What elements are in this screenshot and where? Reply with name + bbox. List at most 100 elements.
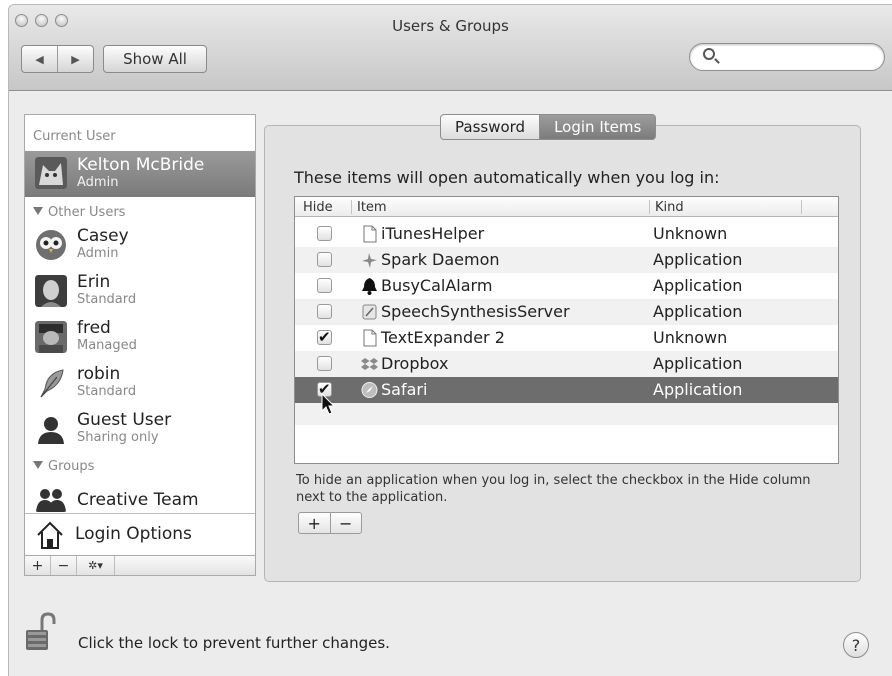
search-icon	[703, 48, 715, 60]
person-silhouette-icon	[38, 417, 64, 444]
user-name: Casey	[77, 226, 129, 246]
tab-password[interactable]: Password	[440, 114, 541, 140]
other-users-header[interactable]: Other Users	[33, 205, 125, 220]
table-row[interactable]: Spark Daemon Application	[295, 247, 838, 273]
table-row[interactable]: Dropbox Application	[295, 351, 838, 377]
disclosure-triangle-icon	[33, 207, 43, 215]
tab-bar: Password Login Items	[440, 114, 657, 140]
current-user-header: Current User	[33, 129, 116, 144]
app-icon	[362, 304, 377, 320]
hide-checkbox[interactable]	[317, 252, 332, 267]
user-name: Erin	[77, 272, 111, 292]
item-kind: Unknown	[653, 224, 728, 243]
user-role: Admin	[77, 246, 119, 261]
window-title: Users & Groups	[392, 17, 509, 35]
empty-row	[295, 403, 838, 425]
user-name: robin	[77, 364, 121, 384]
hide-checkbox[interactable]	[317, 226, 332, 241]
login-options-label: Login Options	[75, 524, 192, 544]
tab-login-items[interactable]: Login Items	[540, 114, 657, 140]
house-icon	[37, 521, 63, 549]
item-name: Safari	[381, 380, 428, 399]
user-row[interactable]: fred Managed	[25, 315, 255, 361]
help-button[interactable]: ?	[843, 632, 869, 658]
user-row[interactable]: robin Standard	[25, 361, 255, 407]
action-menu-button[interactable]: ✲▾	[77, 556, 115, 575]
item-kind: Application	[653, 354, 743, 373]
login-options-item[interactable]: Login Options	[25, 513, 255, 555]
cat-avatar-icon	[35, 157, 67, 189]
safari-icon	[361, 382, 378, 398]
item-kind: Application	[653, 276, 743, 295]
add-remove-control: + −	[298, 512, 362, 534]
back-forward-buttons: ◀ ▶	[21, 45, 94, 73]
remove-login-item-button[interactable]: −	[331, 513, 362, 533]
item-name: Spark Daemon	[381, 250, 500, 269]
dropbox-icon	[361, 358, 378, 370]
table-row[interactable]: SpeechSynthesisServer Application	[295, 299, 838, 325]
item-kind: Application	[653, 250, 743, 269]
group-row[interactable]: Creative Team	[25, 481, 255, 513]
owl-avatar-icon	[36, 230, 66, 260]
forward-button[interactable]: ▶	[58, 46, 93, 72]
user-name: Guest User	[77, 410, 172, 430]
remove-user-button[interactable]: −	[51, 556, 77, 575]
hide-checkbox[interactable]	[317, 356, 332, 371]
table-row[interactable]: BusyCalAlarm Application	[295, 273, 838, 299]
hide-checkbox[interactable]	[317, 278, 332, 293]
user-role: Managed	[77, 338, 137, 353]
feather-avatar-icon	[40, 369, 64, 398]
login-items-hint: To hide an application when you log in, …	[296, 473, 811, 505]
photo-avatar-icon	[35, 275, 67, 307]
user-row[interactable]: Guest User Sharing only	[25, 407, 255, 453]
groups-header[interactable]: Groups	[33, 459, 94, 474]
show-all-button[interactable]: Show All	[103, 45, 207, 73]
bell-icon	[362, 278, 377, 295]
user-role: Sharing only	[77, 430, 159, 445]
table-row[interactable]: iTunesHelper Unknown	[295, 221, 838, 247]
login-items-table: Hide Item Kind iTunesHelper Unknown Spar…	[294, 196, 839, 464]
hide-checkbox[interactable]	[317, 304, 332, 319]
column-header-item[interactable]: Item	[357, 200, 387, 215]
mouse-pointer-icon	[321, 393, 336, 415]
user-name: Kelton McBride	[77, 155, 205, 175]
column-header-hide[interactable]: Hide	[303, 200, 333, 215]
user-row[interactable]: Erin Standard	[25, 269, 255, 315]
add-user-button[interactable]: +	[25, 556, 51, 575]
photo-avatar-icon	[35, 321, 67, 353]
user-name: fred	[77, 318, 111, 338]
user-row-current[interactable]: Kelton McBride Admin	[25, 151, 255, 197]
toolbar: Users & Groups ◀ ▶ Show All	[9, 5, 892, 91]
disclosure-triangle-icon	[33, 461, 43, 469]
document-icon	[363, 225, 377, 243]
search-field[interactable]	[689, 43, 885, 71]
add-login-item-button[interactable]: +	[299, 513, 331, 533]
users-sidebar: Current User Kelton McBride Admin Other …	[24, 114, 256, 576]
table-row[interactable]: TextExpander 2 Unknown	[295, 325, 838, 351]
user-role: Standard	[77, 384, 137, 399]
table-row-selected[interactable]: Safari Application	[295, 377, 838, 403]
item-name: TextExpander 2	[381, 328, 505, 347]
user-role: Standard	[77, 292, 137, 307]
lock-message: Click the lock to prevent further change…	[78, 634, 390, 652]
item-kind: Application	[653, 380, 743, 399]
search-input[interactable]	[722, 48, 872, 66]
login-items-intro: These items will open automatically when…	[294, 168, 720, 187]
spark-icon	[362, 253, 377, 268]
column-header-kind[interactable]: Kind	[655, 200, 684, 215]
item-name: SpeechSynthesisServer	[381, 302, 570, 321]
item-kind: Application	[653, 302, 743, 321]
item-name: iTunesHelper	[381, 224, 485, 243]
hide-checkbox[interactable]	[317, 328, 332, 346]
group-icon	[36, 489, 66, 512]
item-name: Dropbox	[381, 354, 449, 373]
lock-open-icon[interactable]	[24, 612, 60, 654]
item-kind: Unknown	[653, 328, 728, 347]
table-header: Hide Item Kind	[295, 197, 838, 217]
item-name: BusyCalAlarm	[381, 276, 493, 295]
back-button[interactable]: ◀	[22, 46, 58, 72]
document-icon	[363, 329, 377, 347]
group-name: Creative Team	[77, 490, 199, 510]
user-row[interactable]: Casey Admin	[25, 223, 255, 269]
user-role: Admin	[77, 175, 119, 190]
